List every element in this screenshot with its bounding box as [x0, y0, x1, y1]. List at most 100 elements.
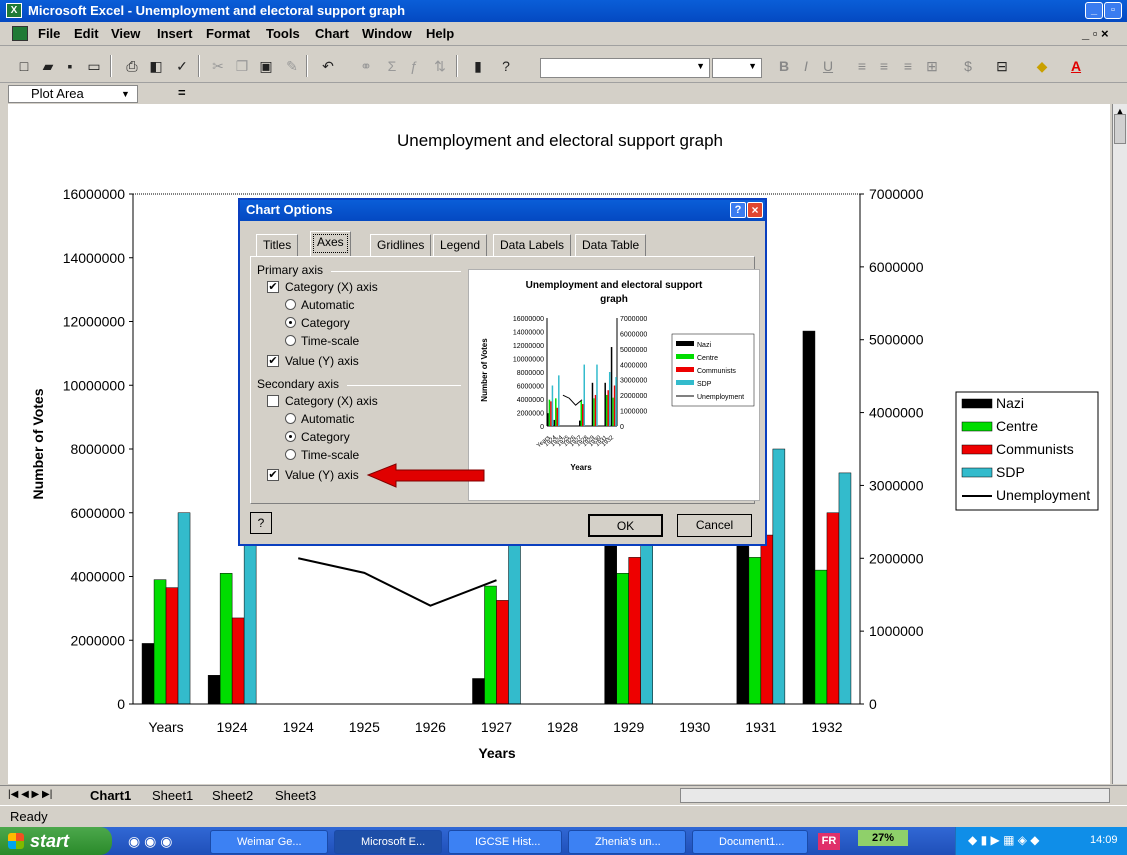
primary-category-x-label[interactable]: Category (X) axis: [285, 280, 378, 294]
primary-automatic-radio[interactable]: [285, 299, 296, 310]
menu-help[interactable]: Help: [426, 26, 454, 41]
primary-time-scale-label[interactable]: Time-scale: [301, 334, 359, 348]
autosum-icon[interactable]: Σ: [382, 56, 402, 76]
sort-icon[interactable]: ⇅: [430, 56, 450, 76]
bar-communists[interactable]: [496, 600, 509, 705]
cancel-button[interactable]: Cancel: [677, 514, 752, 537]
font-size-dropdown[interactable]: ▼: [712, 58, 762, 78]
currency-icon[interactable]: $: [958, 56, 978, 76]
bold-button[interactable]: B: [774, 56, 794, 76]
secondary-automatic-label[interactable]: Automatic: [301, 412, 354, 426]
primary-category-x-checkbox[interactable]: ✔: [267, 281, 279, 293]
bar-centre[interactable]: [484, 585, 497, 705]
menu-insert[interactable]: Insert: [157, 26, 192, 41]
y-axis-title[interactable]: Number of Votes: [30, 388, 46, 499]
bar-sdp[interactable]: [838, 472, 852, 705]
tab-data-labels[interactable]: Data Labels: [493, 234, 572, 256]
ok-button[interactable]: OK: [588, 514, 663, 537]
undo-icon[interactable]: ↶: [318, 56, 338, 76]
chart-title[interactable]: Unemployment and electoral support graph: [397, 131, 723, 150]
tab-sheet2[interactable]: Sheet2: [212, 788, 253, 803]
bar-communists[interactable]: [165, 587, 179, 705]
help-icon[interactable]: ?: [496, 56, 516, 76]
permission-icon[interactable]: ▭: [84, 56, 104, 76]
bar-communists[interactable]: [628, 557, 641, 705]
menu-format[interactable]: Format: [206, 26, 250, 41]
secondary-category-radio[interactable]: [285, 431, 296, 442]
primary-value-y-label[interactable]: Value (Y) axis: [285, 354, 359, 368]
bar-centre[interactable]: [616, 573, 629, 705]
workbook-icon[interactable]: [12, 26, 28, 41]
bar-nazi[interactable]: [141, 643, 155, 705]
menu-view[interactable]: View: [111, 26, 140, 41]
bar-centre[interactable]: [219, 573, 233, 705]
hyperlink-icon[interactable]: ⚭: [356, 56, 376, 76]
format-painter-icon[interactable]: ✎: [282, 56, 302, 76]
maximize-button[interactable]: ▫: [1104, 2, 1122, 19]
borders-icon[interactable]: ⊟: [992, 56, 1012, 76]
primary-value-y-checkbox[interactable]: ✔: [267, 355, 279, 367]
tab-chart1[interactable]: Chart1: [90, 788, 131, 803]
bar-nazi[interactable]: [207, 675, 221, 705]
x-axis-title[interactable]: Years: [478, 745, 516, 761]
function-icon[interactable]: ƒ: [404, 56, 424, 76]
bar-centre[interactable]: [748, 557, 762, 705]
bar-nazi[interactable]: [472, 678, 485, 705]
tab-titles[interactable]: Titles: [256, 234, 299, 256]
chevron-down-icon[interactable]: ▼: [121, 86, 130, 102]
dialog-close-icon[interactable]: ×: [747, 202, 763, 218]
new-icon[interactable]: □: [14, 56, 34, 76]
align-left-icon[interactable]: ≡: [852, 56, 872, 76]
cut-icon[interactable]: ✂: [208, 56, 228, 76]
primary-time-scale-radio[interactable]: [285, 335, 296, 346]
dialog-help-icon[interactable]: ?: [730, 202, 746, 218]
font-color-icon[interactable]: A: [1066, 56, 1086, 76]
secondary-category-x-checkbox[interactable]: [267, 395, 279, 407]
save-icon[interactable]: ▪: [60, 56, 80, 76]
task-document1[interactable]: Document1...: [692, 830, 808, 854]
legend[interactable]: Nazi Centre Communists SDP Unemployment: [955, 391, 1099, 511]
bar-nazi[interactable]: [802, 330, 816, 705]
help-button[interactable]: ?: [250, 512, 272, 534]
secondary-value-y-checkbox[interactable]: ✔: [267, 469, 279, 481]
print-icon[interactable]: ⎙: [122, 56, 142, 76]
minimize-button[interactable]: _: [1085, 2, 1103, 19]
bar-communists[interactable]: [760, 534, 774, 705]
bar-centre[interactable]: [153, 579, 167, 705]
menu-file[interactable]: File: [38, 26, 60, 41]
tab-scroll-buttons[interactable]: |◀ ◀ ▶ ▶|: [8, 789, 52, 800]
menu-chart[interactable]: Chart: [315, 26, 349, 41]
merge-icon[interactable]: ⊞: [922, 56, 942, 76]
bar-communists[interactable]: [231, 617, 245, 705]
chart-wizard-icon[interactable]: ▮: [468, 56, 488, 76]
task-zhenia[interactable]: Zhenia's un...: [568, 830, 686, 854]
tab-gridlines[interactable]: Gridlines: [370, 234, 432, 256]
start-button[interactable]: start: [0, 827, 112, 855]
secondary-value-y-label[interactable]: Value (Y) axis: [285, 468, 359, 482]
line-unemployment[interactable]: [298, 557, 497, 607]
italic-button[interactable]: I: [796, 56, 816, 76]
tab-sheet1[interactable]: Sheet1: [152, 788, 193, 803]
paste-icon[interactable]: ▣: [256, 56, 276, 76]
spelling-icon[interactable]: ✓: [172, 56, 192, 76]
secondary-time-scale-radio[interactable]: [285, 449, 296, 460]
open-icon[interactable]: ▰: [38, 56, 58, 76]
task-excel[interactable]: Microsoft E...: [334, 830, 442, 854]
secondary-time-scale-label[interactable]: Time-scale: [301, 448, 359, 462]
doc-window-controls[interactable]: _ ▫ ×: [1082, 26, 1109, 41]
font-name-dropdown[interactable]: ▼: [540, 58, 710, 78]
task-weimar[interactable]: Weimar Ge...: [210, 830, 328, 854]
quick-launch-icons[interactable]: ◉ ◉ ◉: [128, 833, 172, 850]
tray-icons[interactable]: ◆ ▮ ▶ ▦ ◈ ◆: [968, 833, 1040, 847]
align-right-icon[interactable]: ≡: [898, 56, 918, 76]
print-preview-icon[interactable]: ◧: [146, 56, 166, 76]
copy-icon[interactable]: ❐: [232, 56, 252, 76]
tab-axes[interactable]: Axes: [310, 231, 351, 256]
bar-sdp[interactable]: [177, 512, 191, 705]
bar-centre[interactable]: [814, 569, 828, 705]
scroll-thumb[interactable]: [1114, 114, 1126, 144]
tab-legend[interactable]: Legend: [433, 234, 488, 256]
tab-data-table[interactable]: Data Table: [575, 234, 647, 256]
vertical-scrollbar[interactable]: ▲: [1112, 104, 1127, 784]
underline-button[interactable]: U: [818, 56, 838, 76]
